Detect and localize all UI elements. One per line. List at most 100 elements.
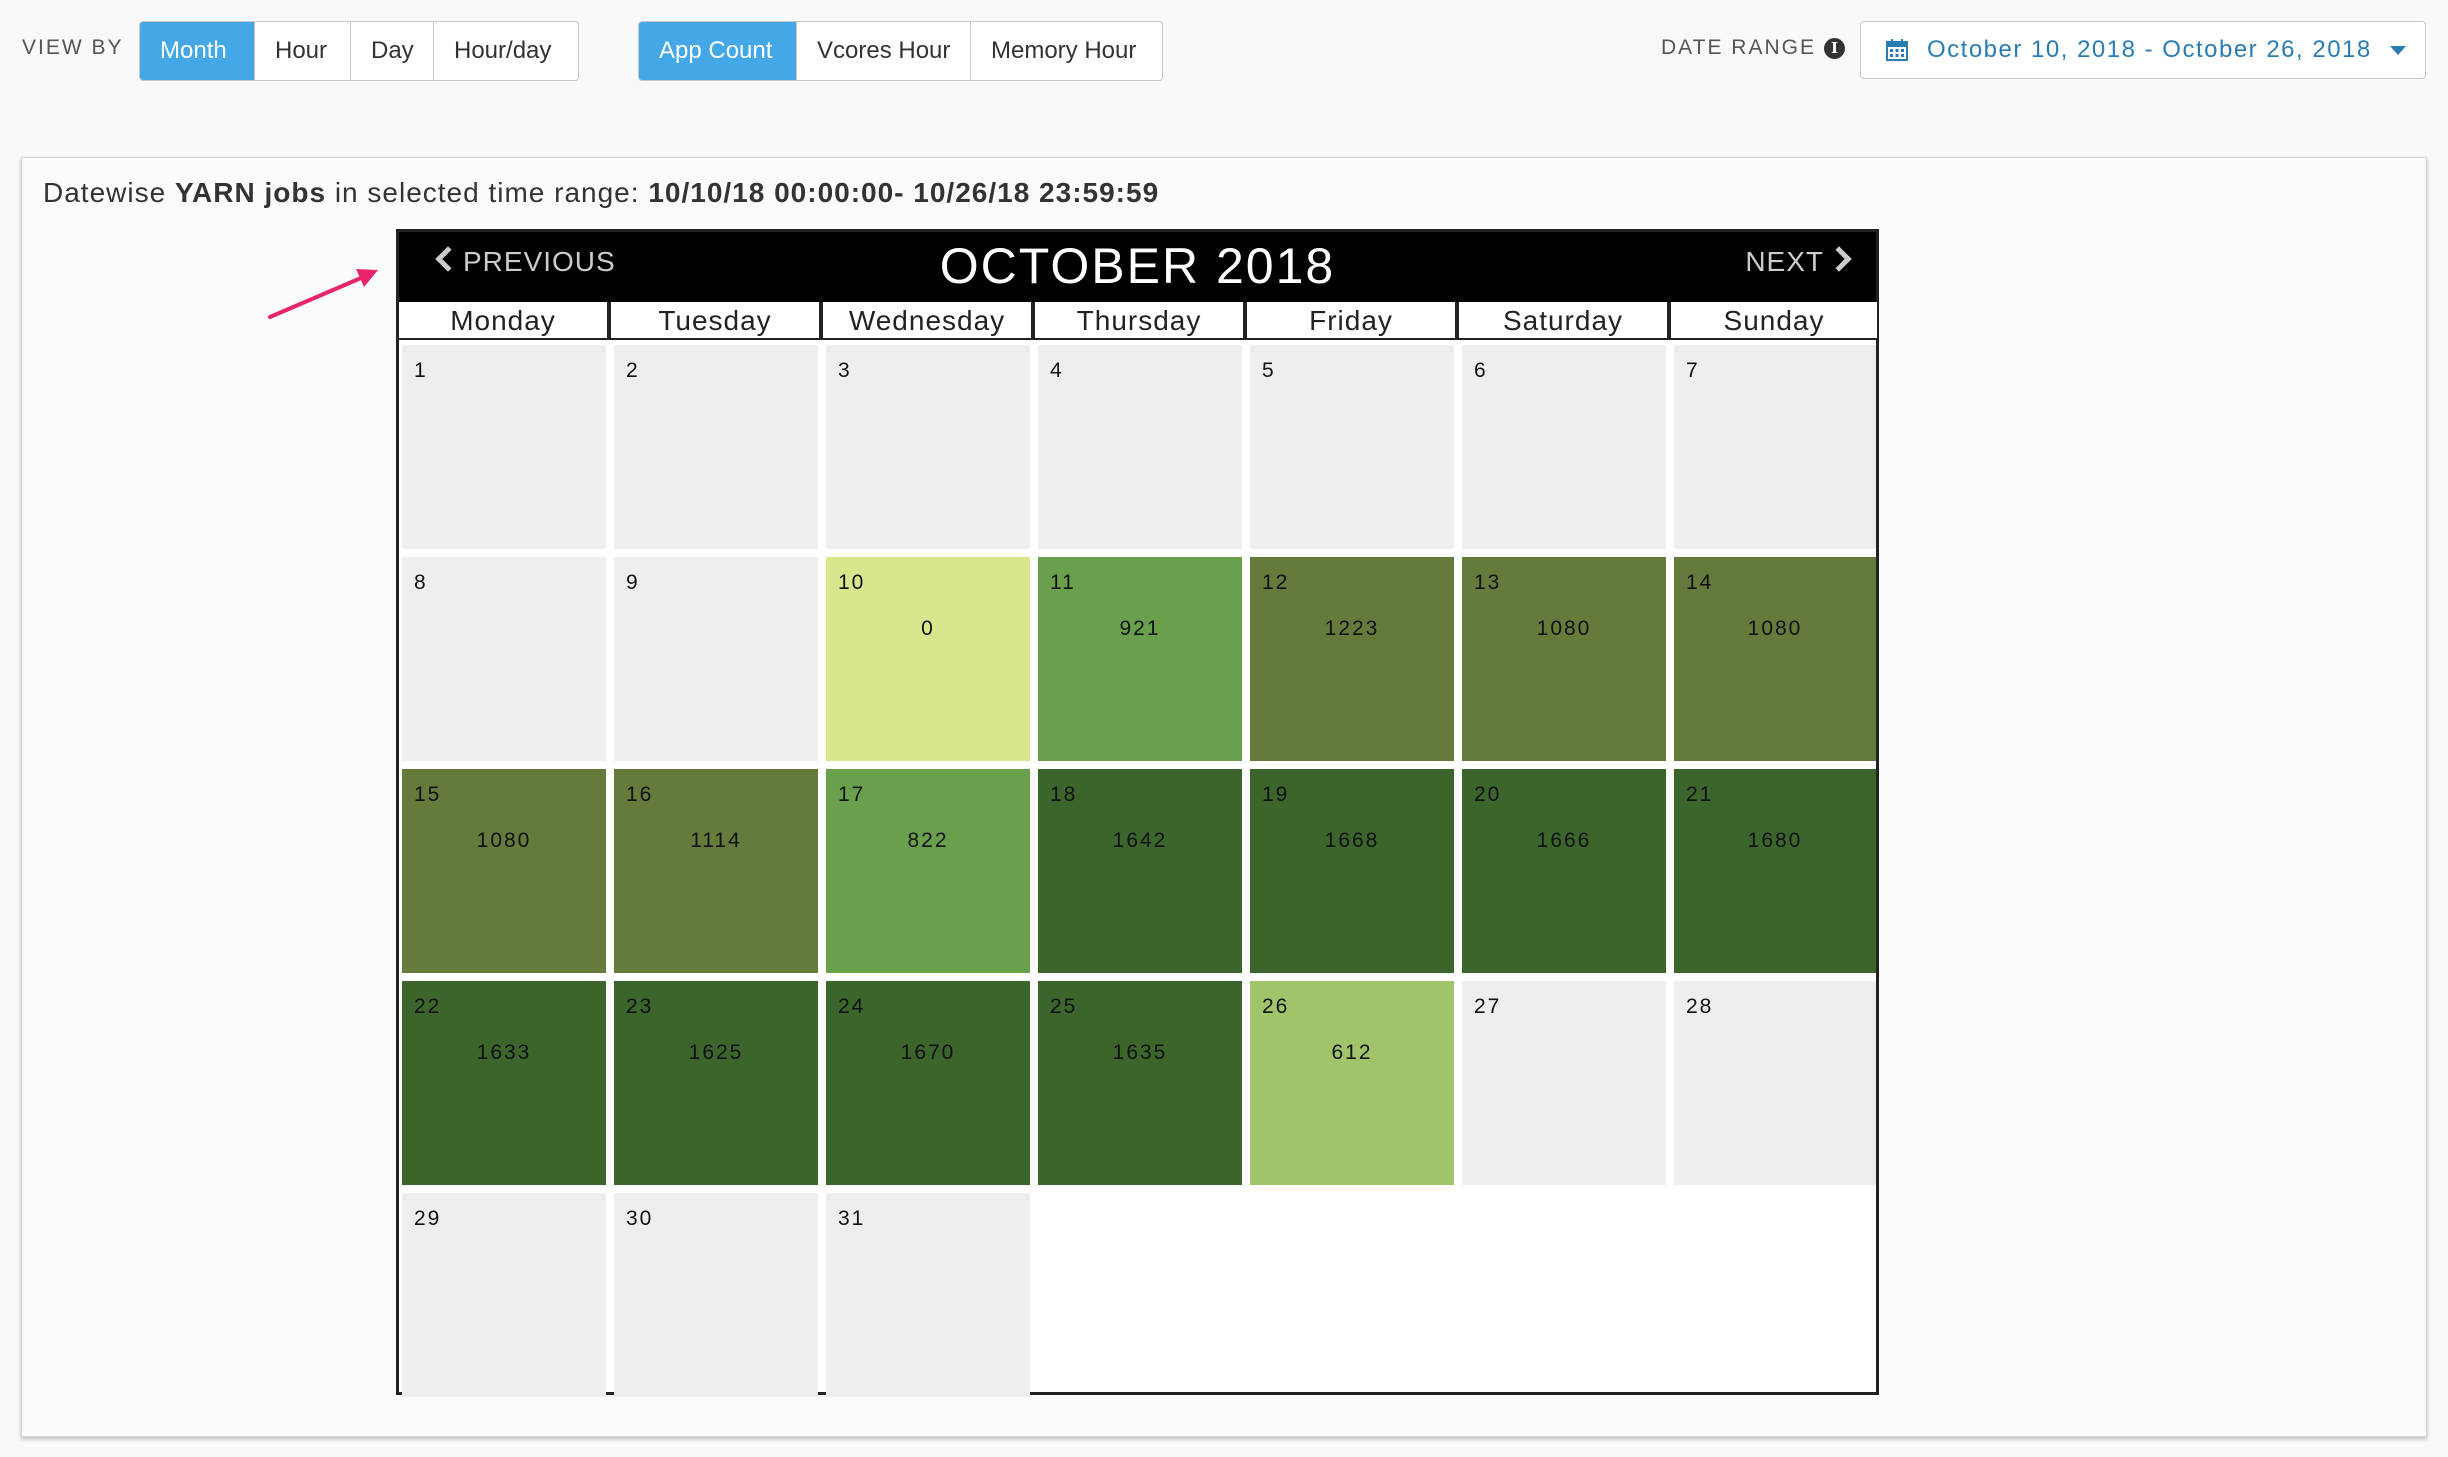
calendar-day-cell[interactable]: 28	[1674, 981, 1876, 1185]
day-number: 25	[1050, 995, 1078, 1018]
calendar-day-cell[interactable]: 13 1080	[1462, 557, 1666, 761]
calendar-day-cell[interactable]: 29	[402, 1193, 606, 1397]
day-number: 27	[1474, 995, 1502, 1018]
day-number: 30	[626, 1207, 654, 1230]
day-number: 11	[1050, 571, 1076, 594]
calendar-day-cell[interactable]: 9	[614, 557, 818, 761]
calendar-day-cell[interactable]: 18 1642	[1038, 769, 1242, 973]
day-number: 13	[1474, 571, 1502, 594]
calendar-day-cell[interactable]: 30	[614, 1193, 818, 1397]
calendar-day-cell[interactable]: 2	[614, 345, 818, 549]
day-number: 1	[414, 359, 428, 382]
calendar-day-cell[interactable]: 21 1680	[1674, 769, 1876, 973]
view-by-month-button[interactable]: Month	[140, 22, 255, 80]
calendar-day-cell[interactable]: 8	[402, 557, 606, 761]
app-count-value: 1666	[1536, 829, 1592, 852]
view-by-hour-button[interactable]: Hour	[255, 22, 351, 80]
app-count-value: 1223	[1324, 617, 1380, 640]
app-count-value: 1633	[476, 1041, 532, 1064]
calendar-day-cell[interactable]: 22 1633	[402, 981, 606, 1185]
calendar-day-cell[interactable]: 6	[1462, 345, 1666, 549]
app-count-value: 822	[907, 829, 949, 852]
day-number: 10	[838, 571, 866, 594]
metric-app-count-button[interactable]: App Count	[639, 22, 797, 80]
caret-down-icon	[2389, 45, 2406, 55]
day-number: 20	[1474, 783, 1502, 806]
day-number: 23	[626, 995, 654, 1018]
day-number: 12	[1262, 571, 1290, 594]
pointer-arrow-icon	[268, 269, 378, 319]
day-number: 7	[1686, 359, 1700, 382]
day-number: 26	[1262, 995, 1290, 1018]
metric-vcores-hour-button[interactable]: Vcores Hour	[797, 22, 971, 80]
calendar-day-cell[interactable]: 19 1668	[1250, 769, 1454, 973]
calendar-day-cell[interactable]: 15 1080	[402, 769, 606, 973]
next-label: NEXT	[1745, 246, 1824, 277]
day-number: 17	[838, 783, 866, 806]
weekday-header: Wednesday	[823, 302, 1031, 338]
date-range-picker[interactable]: October 10, 2018 - October 26, 2018	[1860, 21, 2426, 79]
chevron-right-icon	[1826, 246, 1852, 272]
toolbar: VIEW BY Month Hour Day Hour/day App Coun…	[0, 0, 2448, 110]
day-number: 2	[626, 359, 640, 382]
calendar-day-cell[interactable]: 17 822	[826, 769, 1030, 973]
calendar-day-cell[interactable]: 7	[1674, 345, 1876, 549]
panel-title: Datewise YARN jobs in selected time rang…	[43, 177, 1159, 209]
day-number: 18	[1050, 783, 1078, 806]
app-count-value: 1114	[690, 829, 742, 852]
day-number: 24	[838, 995, 866, 1018]
date-range-label-wrap: DATE RANGE i	[1661, 36, 1845, 60]
app-count-value: 1080	[1536, 617, 1592, 640]
panel-title-range: 10/10/18 00:00:00- 10/26/18 23:59:59	[648, 177, 1160, 208]
app-count-value: 1080	[1747, 617, 1803, 640]
date-range-value: October 10, 2018 - October 26, 2018	[1927, 36, 2372, 63]
view-by-day-button[interactable]: Day	[351, 22, 434, 80]
calendar-header: PREVIOUS OCTOBER 2018 NEXT	[399, 232, 1876, 302]
app-count-value: 921	[1119, 617, 1161, 640]
day-number: 14	[1686, 571, 1714, 594]
calendar-day-cell[interactable]: 12 1223	[1250, 557, 1454, 761]
calendar-day-cell[interactable]: 16 1114	[614, 769, 818, 973]
month-calendar: PREVIOUS OCTOBER 2018 NEXT Monday Tuesday…	[396, 229, 1879, 1397]
weekday-header: Thursday	[1035, 302, 1243, 338]
calendar-day-cell[interactable]: 25 1635	[1038, 981, 1242, 1185]
calendar-day-cell[interactable]: 31	[826, 1193, 1030, 1397]
day-number: 5	[1262, 359, 1276, 382]
day-number: 16	[626, 783, 654, 806]
calendar-day-cell[interactable]: 5	[1250, 345, 1454, 549]
day-number: 31	[838, 1207, 866, 1230]
weekday-header: Friday	[1247, 302, 1455, 338]
day-number: 6	[1474, 359, 1488, 382]
calendar-icon	[1886, 39, 1908, 61]
month-title: OCTOBER 2018	[939, 238, 1336, 294]
app-count-value: 1642	[1112, 829, 1168, 852]
calendar-day-cell[interactable]: 26 612	[1250, 981, 1454, 1185]
app-count-value: 1680	[1747, 829, 1803, 852]
info-icon[interactable]: i	[1823, 38, 1845, 59]
calendar-day-cell[interactable]: 3	[826, 345, 1030, 549]
view-by-hour-day-button[interactable]: Hour/day	[434, 22, 578, 80]
calendar-day-cell[interactable]: 14 1080	[1674, 557, 1876, 761]
app-count-value: 1635	[1112, 1041, 1168, 1064]
day-number: 4	[1050, 359, 1064, 382]
calendar-day-cell[interactable]: 27	[1462, 981, 1666, 1185]
calendar-day-cell[interactable]: 20 1666	[1462, 769, 1666, 973]
day-number: 22	[414, 995, 442, 1018]
panel-title-prefix: Datewise	[43, 177, 175, 208]
calendar-day-cell[interactable]: 1	[402, 345, 606, 549]
app-count-value: 1625	[688, 1041, 744, 1064]
calendar-day-cell[interactable]: 4	[1038, 345, 1242, 549]
day-number: 29	[414, 1207, 442, 1230]
calendar-day-cell[interactable]: 11 921	[1038, 557, 1242, 761]
app-count-value: 0	[921, 617, 935, 640]
day-number: 9	[626, 571, 640, 594]
next-month-button[interactable]: NEXT	[1745, 246, 1852, 278]
calendar-day-cell[interactable]: 23 1625	[614, 981, 818, 1185]
calendar-day-cell[interactable]: 24 1670	[826, 981, 1030, 1185]
panel-title-bold: YARN jobs	[174, 177, 327, 208]
app-count-value: 1080	[476, 829, 532, 852]
metric-memory-hour-button[interactable]: Memory Hour	[971, 22, 1162, 80]
day-number: 8	[414, 571, 428, 594]
weekday-header: Saturday	[1459, 302, 1667, 338]
calendar-day-cell[interactable]: 10 0	[826, 557, 1030, 761]
